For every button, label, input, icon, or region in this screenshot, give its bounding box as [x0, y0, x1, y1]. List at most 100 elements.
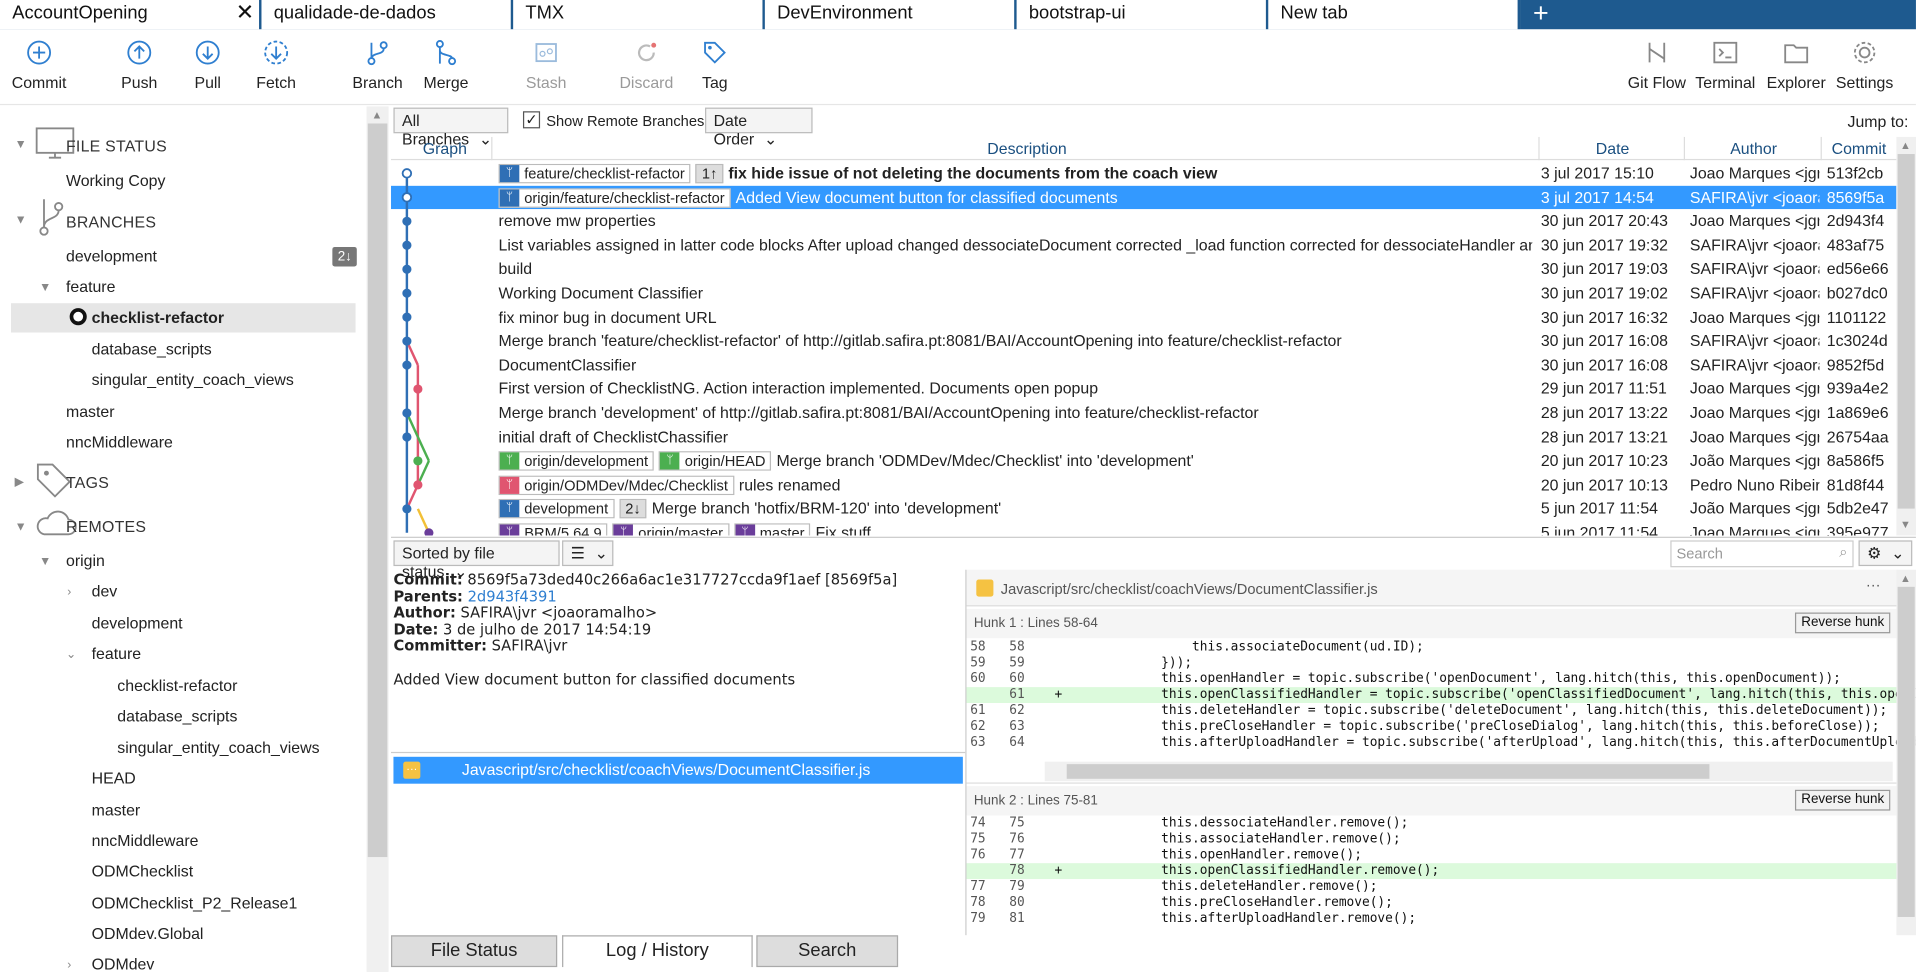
column-date[interactable]: Date: [1596, 139, 1630, 157]
more-icon[interactable]: ···: [1866, 576, 1881, 593]
sort-dropdown[interactable]: Sorted by file status: [393, 540, 560, 581]
diff-line[interactable]: 77 79 this.deleteHandler.remove();: [967, 879, 1898, 895]
tab-devenvironment[interactable]: DevEnvironment: [764, 0, 1017, 30]
commit-node[interactable]: [402, 264, 412, 274]
settings-button[interactable]: Settings: [1828, 39, 1901, 92]
sidebar-item-origin[interactable]: origin: [66, 551, 105, 578]
file-row[interactable]: ··· Javascript/src/checklist/coachViews/D…: [393, 756, 963, 784]
tag-button[interactable]: Tag: [678, 39, 751, 92]
remote-item-feature[interactable]: feature: [92, 644, 141, 671]
branch-button[interactable]: Branch: [341, 39, 414, 92]
column-commit[interactable]: Commit: [1832, 139, 1887, 157]
ahead-behind-badge[interactable]: 1↑: [695, 163, 724, 184]
diff-line[interactable]: 63 64 this.afterUploadHandler = topic.sub…: [967, 735, 1916, 751]
chevron-right-icon[interactable]: ▶: [15, 476, 24, 489]
remote-item-odmchecklist[interactable]: ODMChecklist: [92, 862, 194, 889]
commit-node[interactable]: [402, 288, 412, 298]
tab-search[interactable]: Search: [756, 935, 899, 968]
commit-node[interactable]: [401, 192, 413, 203]
ref-label[interactable]: ᛘ feature/checklist-refactor: [498, 163, 691, 184]
remote-item-checklist-refactor[interactable]: checklist-refactor: [117, 676, 237, 703]
commit-node[interactable]: [402, 216, 412, 226]
tab-new[interactable]: New tab: [1268, 0, 1521, 30]
remote-item-master[interactable]: master: [92, 801, 141, 828]
tab-accountopening[interactable]: AccountOpening ✕: [0, 0, 262, 30]
commit-button[interactable]: Commit: [2, 39, 75, 92]
commit-row[interactable]: DocumentClassifier 30 jun 2017 16:08 SAFIR…: [391, 353, 1896, 377]
reverse-hunk-button[interactable]: Reverse hunk: [1795, 612, 1891, 634]
ref-label[interactable]: ᛘ BRM/5.64.9: [498, 523, 608, 536]
remote-item-odmdev-global[interactable]: ODMdev.Global: [92, 924, 204, 951]
ref-label[interactable]: ᛘ origin/HEAD: [659, 451, 772, 471]
ref-label[interactable]: ᛘ origin/development: [498, 451, 655, 471]
remote-item-odmchecklist-p2[interactable]: ODMChecklist_P2_Release1: [92, 894, 298, 921]
search-input[interactable]: Search ⌕: [1670, 540, 1854, 568]
commit-row[interactable]: fix minor bug in document URL 30 jun 2017…: [391, 305, 1896, 329]
chevron-down-icon[interactable]: ▼: [15, 214, 27, 227]
section-remotes[interactable]: REMOTES: [66, 517, 146, 544]
diff-line[interactable]: 59 59 }));: [967, 655, 1898, 671]
diff-scrollbar[interactable]: ▲: [1896, 569, 1916, 936]
close-icon[interactable]: ✕: [236, 1, 254, 23]
order-dropdown[interactable]: Date Order: [705, 107, 813, 148]
commit-node[interactable]: [413, 384, 423, 394]
remote-item-odmdev[interactable]: ODMdev: [92, 955, 155, 972]
scrollbar-thumb[interactable]: [1897, 586, 1915, 917]
git-flow-button[interactable]: Git Flow: [1620, 39, 1693, 92]
diff-line[interactable]: 78 + this.openClassifiedHandler.remove();: [966, 863, 1898, 880]
push-button[interactable]: Push: [103, 39, 176, 92]
chevron-right-icon[interactable]: ›: [67, 586, 71, 599]
reverse-hunk-button[interactable]: Reverse hunk: [1795, 789, 1891, 811]
commit-node[interactable]: [402, 408, 412, 418]
commit-node[interactable]: [413, 480, 423, 490]
settings-dropdown[interactable]: ⚙: [1858, 540, 1913, 567]
tab-tmx[interactable]: TMX: [513, 0, 765, 30]
commit-row[interactable]: remove mw properties 30 jun 2017 20:43 Joa…: [391, 209, 1896, 233]
diff-line[interactable]: 62 63 this.preCloseHandler = topic.subscr…: [967, 719, 1898, 735]
sidebar-item-master[interactable]: master: [66, 402, 115, 429]
column-author[interactable]: Author: [1730, 139, 1777, 157]
sidebar-item-checklist-refactor[interactable]: checklist-refactor: [10, 303, 356, 333]
diff-line[interactable]: 78 80 this.preCloseHandler.remove();: [967, 895, 1898, 911]
column-description[interactable]: Description: [987, 139, 1066, 157]
commit-node[interactable]: [402, 432, 412, 442]
view-mode-dropdown[interactable]: ☰: [562, 540, 614, 567]
stash-button[interactable]: Stash: [510, 39, 583, 92]
ref-label[interactable]: ᛘ origin/master: [612, 523, 730, 536]
section-tags[interactable]: TAGS: [66, 473, 109, 500]
tab-log-history[interactable]: Log / History: [562, 935, 753, 968]
remote-item-head[interactable]: HEAD: [92, 769, 136, 796]
commit-row[interactable]: ᛘ development 2↓ Merge branch 'hotfix/BRM-1…: [391, 497, 1896, 521]
ref-label[interactable]: ᛘ origin/ODMDev/Mdec/Checklist: [498, 475, 735, 495]
sidebar-item-development[interactable]: development 2↓: [66, 246, 359, 274]
commit-row[interactable]: First version of ChecklistNG. Action int…: [391, 377, 1896, 401]
commit-row[interactable]: ᛘ feature/checklist-refactor 1↑ fix hide is…: [391, 161, 1896, 185]
commit-row[interactable]: Merge branch 'development' of http://git…: [391, 401, 1896, 425]
commit-row[interactable]: Merge branch 'feature/checklist-refactor…: [391, 329, 1896, 353]
ahead-behind-badge[interactable]: 2↓: [619, 499, 647, 519]
scrollbar-thumb[interactable]: [367, 123, 388, 858]
diff-line[interactable]: 61 62 this.deleteHandler = topic.subscrib…: [967, 703, 1898, 719]
chevron-down-icon[interactable]: ⌄: [66, 648, 76, 661]
commit-row[interactable]: Working Document Classifier 30 jun 2017 1…: [391, 281, 1896, 305]
tab-file-status[interactable]: File Status: [391, 935, 558, 968]
ref-label[interactable]: ᛘ origin/feature/checklist-refactor: [498, 187, 731, 208]
commit-node[interactable]: [402, 360, 412, 370]
terminal-button[interactable]: Terminal: [1689, 39, 1762, 92]
parent-link[interactable]: 2d943f4391: [468, 587, 557, 605]
scroll-up-icon[interactable]: ▲: [371, 109, 382, 121]
remote-item-singular-entity-coach-views[interactable]: singular_entity_coach_views: [117, 738, 319, 765]
merge-button[interactable]: Merge: [409, 39, 482, 92]
commit-node[interactable]: [402, 240, 412, 250]
commit-node[interactable]: [401, 168, 413, 179]
commit-node[interactable]: [402, 336, 412, 346]
chevron-down-icon[interactable]: ▼: [39, 555, 51, 568]
diff-line[interactable]: 76 77 this.openHandler.remove();: [967, 847, 1898, 863]
sidebar-item-singular-entity-coach-views[interactable]: singular_entity_coach_views: [92, 370, 294, 397]
tab-bootstrap-ui[interactable]: bootstrap-ui: [1016, 0, 1269, 30]
commit-row[interactable]: ᛘ origin/development ᛘ origin/HEAD Merge bra…: [391, 449, 1896, 473]
diff-line[interactable]: 79 81 this.afterUploadHandler.remove();: [967, 911, 1898, 927]
remote-item-database-scripts[interactable]: database_scripts: [117, 707, 237, 734]
chevron-down-icon[interactable]: ▼: [15, 138, 27, 151]
scrollbar-thumb[interactable]: [1066, 764, 1710, 779]
